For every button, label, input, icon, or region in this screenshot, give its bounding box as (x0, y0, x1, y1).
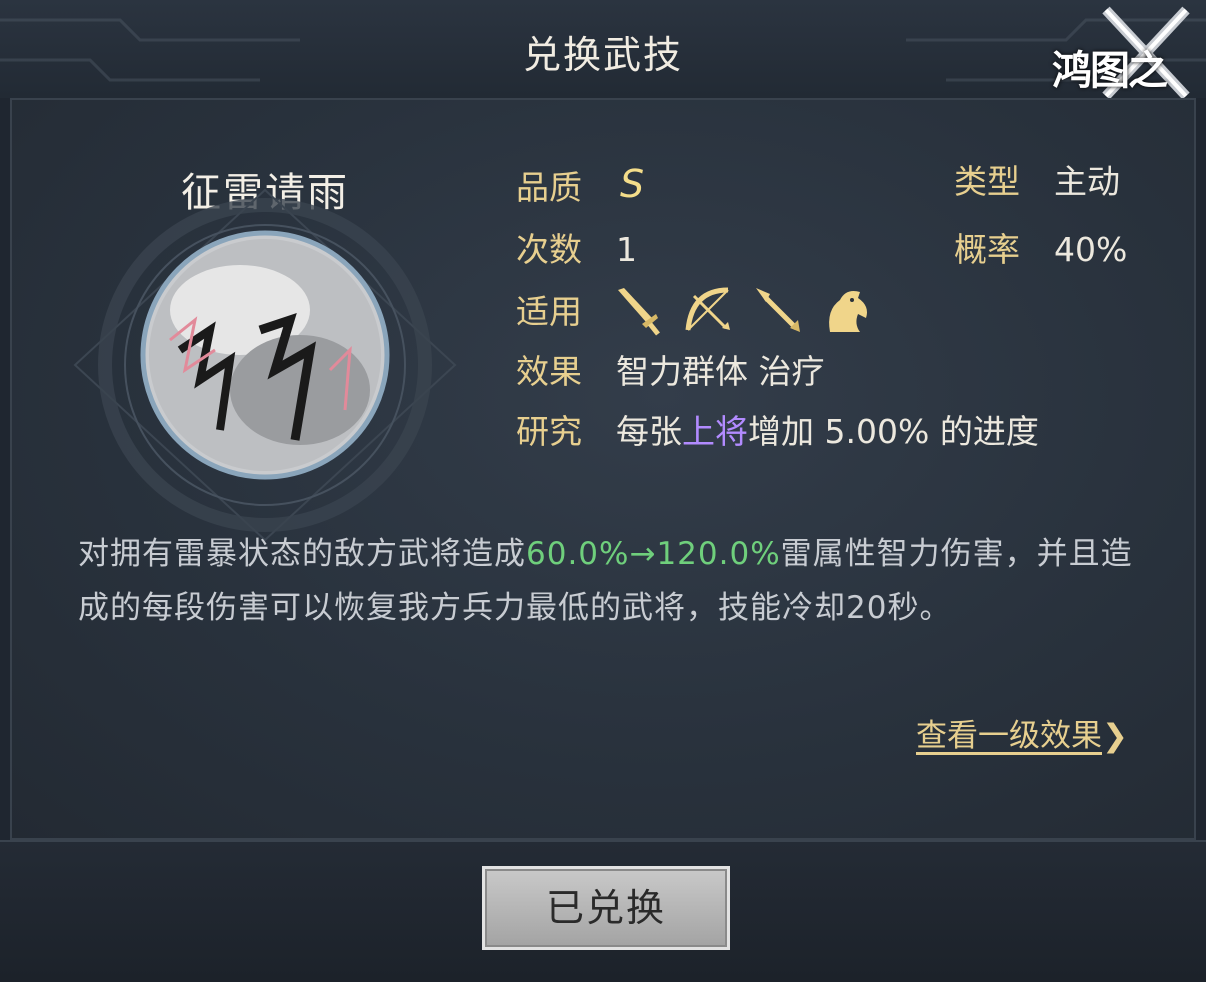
research-label: 研究 (516, 412, 582, 451)
count-label: 次数 (516, 230, 582, 269)
bow-icon (685, 287, 730, 331)
chevron-right-icon: ❯ (1102, 718, 1128, 754)
exchanged-button[interactable]: 已兑换 (482, 866, 730, 950)
quality-value: S (620, 162, 645, 206)
sword-icon (618, 288, 660, 336)
description-highlight: 60.0%→120.0% (526, 536, 781, 572)
research-suffix: 增加 5.00% 的进度 (748, 412, 1039, 451)
description-part1: 对拥有雷暴状态的敌方武将造成 (78, 536, 526, 572)
research-rank: 上将 (682, 412, 748, 451)
horse-icon (829, 291, 867, 332)
rate-label: 概率 (954, 230, 1020, 269)
view-level1-effect-link[interactable]: 查看一级效果❯ (916, 710, 1128, 755)
game-logo: 鸿图之下 (1046, 6, 1196, 152)
rate-value: 40% (1054, 230, 1128, 269)
applicable-label: 适用 (516, 292, 582, 331)
applicable-icons (612, 284, 882, 342)
research-prefix: 每张 (616, 412, 682, 451)
page-title: 兑换武技 (522, 33, 683, 77)
count-value: 1 (616, 230, 637, 269)
type-label: 类型 (954, 162, 1020, 201)
skill-emblem (73, 188, 457, 542)
spear-icon (756, 288, 800, 332)
quality-label: 品质 (516, 168, 582, 207)
type-value: 主动 (1054, 162, 1120, 201)
link-label: 查看一级效果 (916, 718, 1102, 754)
research-value: 每张上将增加 5.00% 的进度 (616, 410, 1039, 454)
effect-value: 智力群体 治疗 (616, 352, 825, 391)
effect-label: 效果 (516, 352, 582, 391)
skill-description: 对拥有雷暴状态的敌方武将造成60.0%→120.0%雷属性智力伤害，并且造成的每… (78, 527, 1138, 635)
